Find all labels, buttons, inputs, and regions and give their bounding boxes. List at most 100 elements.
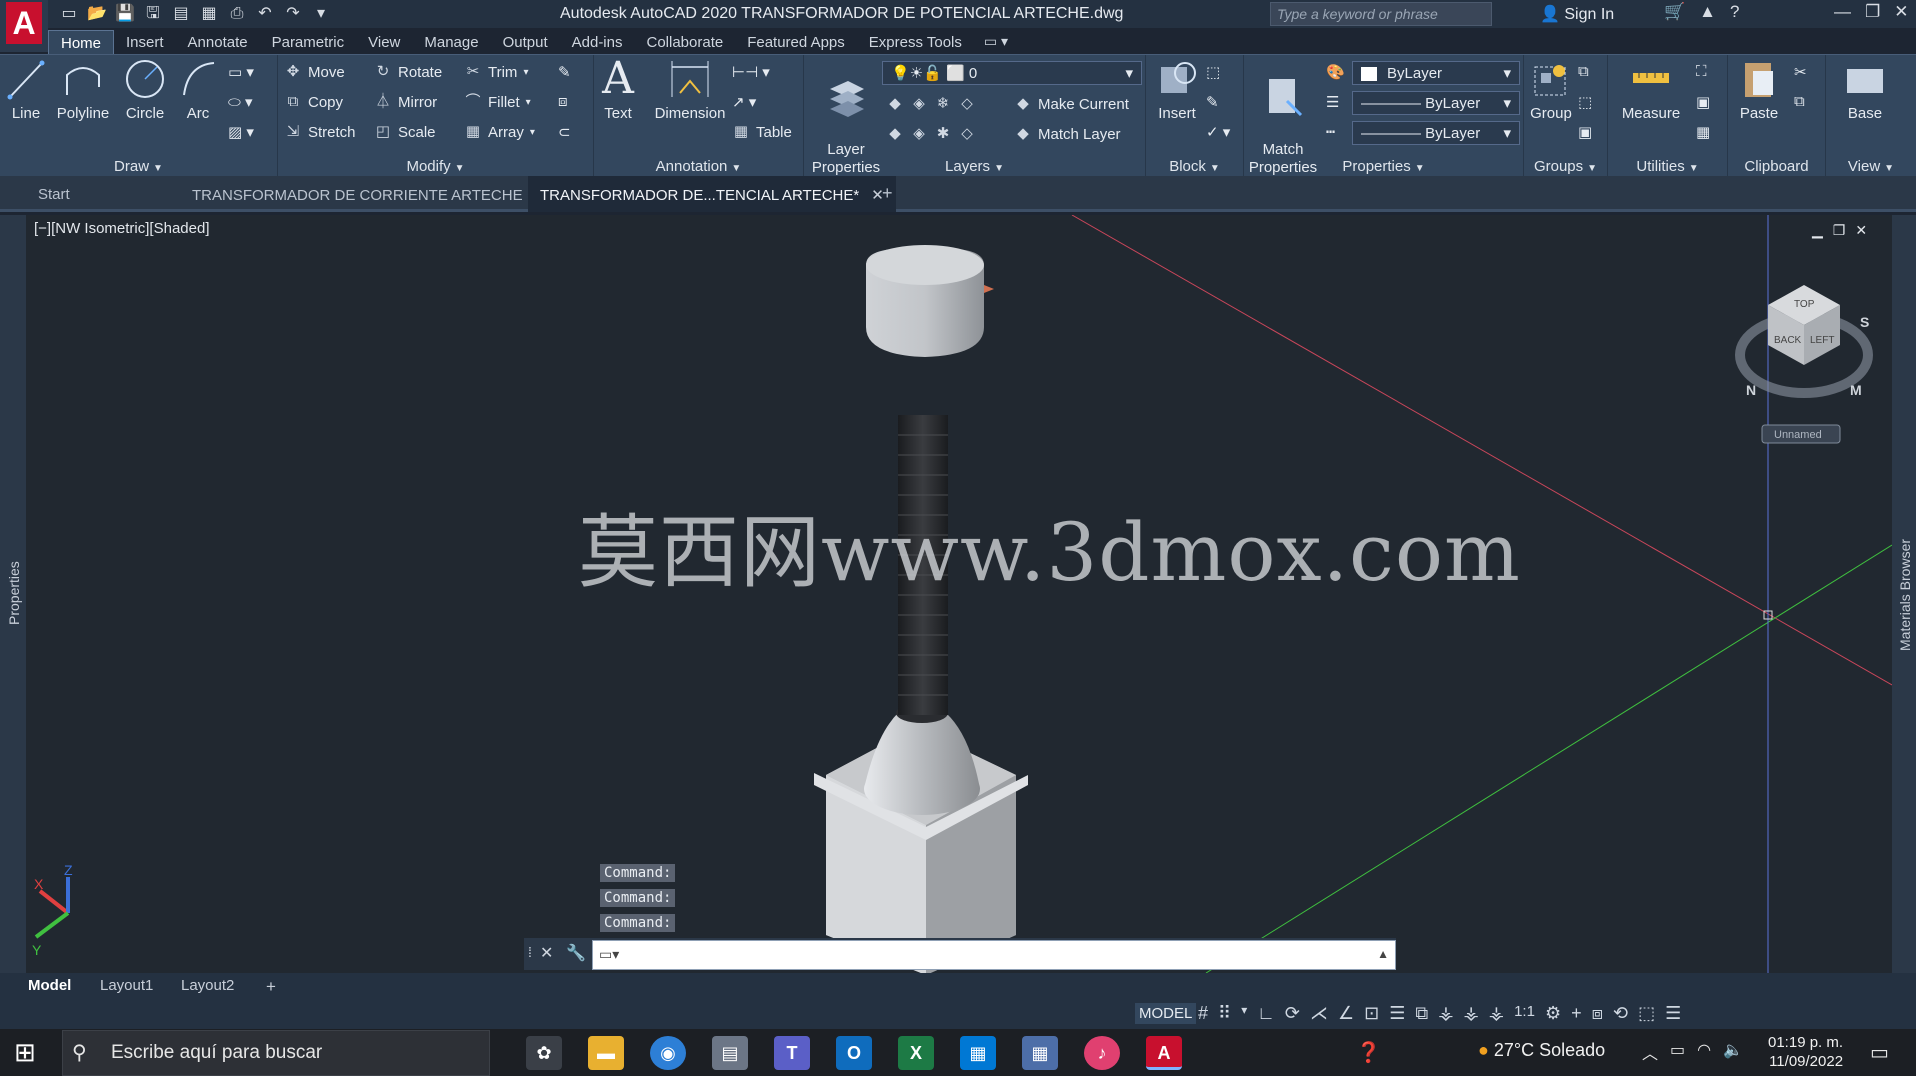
leader-icon[interactable]: ↗ ▾ xyxy=(732,93,756,111)
volume-icon[interactable]: 🔈 xyxy=(1723,1040,1743,1064)
doc-tab-potencial[interactable]: TRANSFORMADOR DE...TENCIAL ARTECHE* ✕ xyxy=(528,176,896,212)
ucs-icon[interactable]: Z X Y xyxy=(32,862,73,958)
color-dropdown[interactable]: ByLayer ▾ xyxy=(1352,61,1520,85)
lineweight-dropdown[interactable]: ———— ByLayer ▾ xyxy=(1352,121,1520,145)
table-button[interactable]: ▦ Table xyxy=(732,123,792,141)
attribute-icon[interactable]: ✓ ▾ xyxy=(1206,123,1230,141)
arc-button[interactable]: Arc xyxy=(178,57,218,122)
array-button[interactable]: ▦ Array ▾ xyxy=(464,123,535,141)
isolate-objects-icon[interactable]: ⧈ xyxy=(1592,1003,1603,1024)
ribbon-minimize-icon[interactable]: ▭ ▾ xyxy=(974,29,1018,54)
chevron-up-icon[interactable]: ︿ xyxy=(1642,1040,1658,1064)
taskbar-clock[interactable]: 01:19 p. m. 11/09/2022 xyxy=(1768,1033,1843,1071)
annotation-scale-value[interactable]: 1:1 xyxy=(1514,1003,1535,1024)
photos-app-icon[interactable]: ▤ xyxy=(712,1036,748,1070)
measure-button[interactable]: Measure xyxy=(1616,57,1686,122)
viewport-restore-icon[interactable]: ❐ xyxy=(1833,222,1846,239)
circle-button[interactable]: Circle xyxy=(120,57,170,122)
customize-qat-icon[interactable]: ▾ xyxy=(310,3,332,25)
lineweight-icon[interactable]: ☰ xyxy=(1326,93,1339,111)
group-edit-icon[interactable]: ⬚ xyxy=(1578,93,1592,111)
close-icon[interactable]: ✕ xyxy=(1894,2,1908,22)
restore-icon[interactable]: ❐ xyxy=(1865,2,1880,22)
hardware-acceleration-icon[interactable]: ⟲ xyxy=(1613,1003,1628,1024)
model-space-toggle[interactable]: MODEL xyxy=(1135,1003,1197,1024)
print-icon[interactable]: ⎙ xyxy=(226,3,248,25)
hatch-icon[interactable]: ▨ ▾ xyxy=(228,123,254,141)
explode-icon[interactable]: ⧈ xyxy=(558,93,568,110)
transparency-icon[interactable]: ⧉ xyxy=(1415,1003,1428,1024)
layer-unisolate-icon[interactable]: ◈ xyxy=(910,125,928,143)
layer-unlock-icon[interactable]: ◇ xyxy=(958,125,976,143)
rotate-button[interactable]: ↻ Rotate xyxy=(374,63,443,81)
tab-manage[interactable]: Manage xyxy=(412,30,490,54)
customization-menu-icon[interactable]: ☰ xyxy=(1665,1003,1681,1024)
transformer-model[interactable] xyxy=(814,245,1028,975)
outlook-icon[interactable]: O xyxy=(836,1036,872,1070)
ortho-icon[interactable]: ∟ xyxy=(1257,1003,1275,1024)
plot-preview-icon[interactable]: ▤ xyxy=(170,3,192,25)
sign-in-button[interactable]: 👤 Sign In xyxy=(1540,4,1614,24)
annotation-panel-title[interactable]: Annotation ▼ xyxy=(594,158,803,175)
object-snap-icon[interactable]: ⊡ xyxy=(1364,1003,1379,1024)
match-layer-button[interactable]: ◆ Match Layer xyxy=(1014,125,1120,143)
help-search-input[interactable]: Type a keyword or phrase xyxy=(1270,2,1492,26)
polar-icon[interactable]: ⟳ xyxy=(1285,1003,1300,1024)
tab-collaborate[interactable]: Collaborate xyxy=(634,30,735,54)
grid-icon[interactable]: # xyxy=(1198,1003,1208,1024)
customize-wrench-icon[interactable]: 🔧 xyxy=(566,943,586,963)
wifi-icon[interactable]: ◠ xyxy=(1697,1040,1711,1064)
application-menu-button[interactable]: A xyxy=(0,0,48,52)
layer-freeze-icon[interactable]: ❄ xyxy=(934,95,952,113)
materials-browser-strip[interactable]: Materials Browser xyxy=(1892,215,1916,973)
mirror-button[interactable]: ⏃ Mirror xyxy=(374,93,437,111)
block-panel-title[interactable]: Block ▼ xyxy=(1146,158,1243,175)
minimize-icon[interactable]: — xyxy=(1834,2,1851,22)
grip-icon[interactable]: ⁞ xyxy=(528,944,532,960)
materials-browser-label[interactable]: Materials Browser xyxy=(1897,539,1913,651)
battery-icon[interactable]: ▭ xyxy=(1670,1040,1685,1064)
add-icon[interactable]: + xyxy=(1571,1003,1582,1024)
tab-layout1[interactable]: Layout1 xyxy=(90,975,163,996)
tab-express-tools[interactable]: Express Tools xyxy=(857,30,974,54)
recent-commands-icon[interactable]: ▭▾ xyxy=(599,946,619,963)
tab-layout2[interactable]: Layout2 xyxy=(171,975,244,996)
rectangle-icon[interactable]: ▭ ▾ xyxy=(228,63,254,81)
tab-annotate[interactable]: Annotate xyxy=(176,30,260,54)
clipboard-panel-title[interactable]: Clipboard xyxy=(1728,158,1825,175)
fillet-button[interactable]: ⌒ Fillet ▾ xyxy=(464,93,530,111)
teams-icon[interactable]: T xyxy=(774,1036,810,1070)
viewcube-top-label[interactable]: TOP xyxy=(1794,299,1815,310)
viewcube-left-label[interactable]: LEFT xyxy=(1810,335,1834,346)
ellipse-icon[interactable]: ⬭ ▾ xyxy=(228,93,253,111)
itunes-icon[interactable]: ♪ xyxy=(1084,1036,1120,1070)
color-wheel-icon[interactable]: 🎨 xyxy=(1326,63,1345,81)
tab-add-ins[interactable]: Add-ins xyxy=(560,30,635,54)
open-file-icon[interactable]: 📂 xyxy=(86,3,108,25)
select-all-icon[interactable]: ▣ xyxy=(1696,93,1710,111)
calculator-icon[interactable]: ▦ xyxy=(1696,123,1710,141)
viewport-minimize-icon[interactable]: ▁ xyxy=(1812,222,1823,239)
help-icon[interactable]: ? xyxy=(1730,2,1739,22)
tab-output[interactable]: Output xyxy=(491,30,560,54)
quick-select-icon[interactable]: ⛶ xyxy=(1696,63,1707,80)
calculator-app-icon[interactable]: ▦ xyxy=(1022,1036,1058,1070)
polyline-button[interactable]: Polyline xyxy=(52,57,114,122)
notifications-icon[interactable]: ▭ xyxy=(1870,1040,1889,1065)
object-snap-tracking-icon[interactable]: ∠ xyxy=(1338,1003,1354,1024)
tab-model[interactable]: Model xyxy=(18,975,81,996)
layer-isolate-icon[interactable]: ◈ xyxy=(910,95,928,113)
tab-featured-apps[interactable]: Featured Apps xyxy=(735,30,857,54)
help-tray-icon[interactable]: ❓ xyxy=(1356,1040,1381,1065)
create-block-icon[interactable]: ⬚ xyxy=(1206,63,1220,81)
annotation-scale-icon[interactable]: ⚶ xyxy=(1489,1003,1504,1024)
tab-view[interactable]: View xyxy=(356,30,412,54)
undo-icon[interactable]: ↶ xyxy=(254,3,276,25)
text-button[interactable]: A Text xyxy=(600,57,636,123)
move-button[interactable]: ✥ Move xyxy=(284,63,345,81)
modify-panel-title[interactable]: Modify ▼ xyxy=(278,158,593,175)
edit-block-icon[interactable]: ✎ xyxy=(1206,93,1219,111)
autodesk-app-icon[interactable]: ▲ xyxy=(1699,2,1716,22)
close-command-line-icon[interactable]: ✕ xyxy=(540,943,553,963)
line-button[interactable]: Line xyxy=(6,57,46,122)
